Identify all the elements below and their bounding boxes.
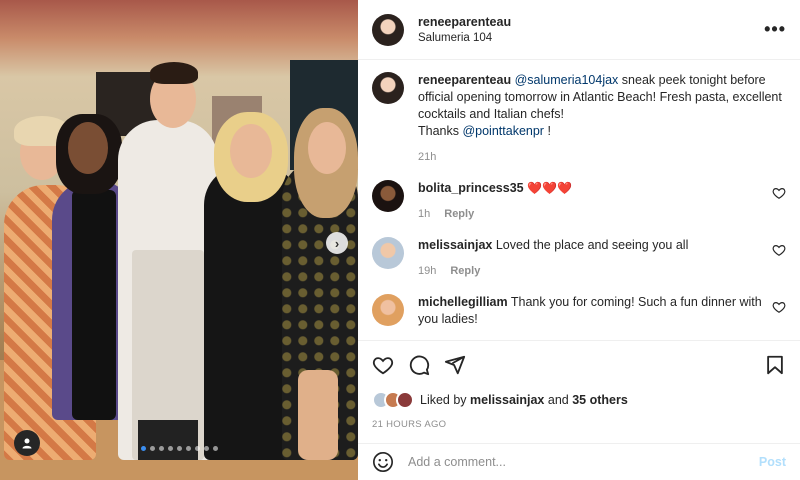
carousel-dots <box>0 446 358 451</box>
caption: reneeparenteau @salumeria104jax sneak pe… <box>372 72 786 166</box>
photo-hair-3 <box>150 62 198 84</box>
carousel-dot <box>158 446 164 451</box>
carousel-dot <box>212 446 218 451</box>
heart-icon[interactable] <box>372 354 394 376</box>
comment-icon[interactable] <box>408 354 430 376</box>
carousel-dot <box>203 446 209 451</box>
comment-input[interactable] <box>408 455 759 469</box>
avatar[interactable] <box>372 237 404 269</box>
mention-link[interactable]: @pointtakenpr <box>462 124 544 138</box>
emoji-icon[interactable] <box>372 451 394 473</box>
bookmark-icon[interactable] <box>764 354 786 376</box>
post-header: reneeparenteau Salumeria 104 ••• <box>358 0 800 60</box>
carousel-dot <box>167 446 173 451</box>
reply-button[interactable]: Reply <box>450 263 480 280</box>
heart-icon[interactable] <box>772 300 786 314</box>
heart-icon[interactable] <box>772 243 786 257</box>
location-link[interactable]: Salumeria 104 <box>418 32 511 44</box>
user-tag-icon[interactable] <box>14 430 40 456</box>
comment-text: Loved the place and seeing you all <box>495 238 689 252</box>
comment-username[interactable]: bolita_princess35 <box>418 181 524 195</box>
share-icon[interactable] <box>444 354 466 376</box>
caption-thanks: Thanks <box>418 124 463 138</box>
header-username[interactable]: reneeparenteau <box>418 15 511 29</box>
likes-others-link[interactable]: 35 others <box>572 393 628 407</box>
avatar[interactable] <box>372 294 404 326</box>
photo-head-5 <box>308 122 346 174</box>
carousel-dot <box>176 446 182 451</box>
photo-head-2 <box>68 122 108 174</box>
caption-text-end: ! <box>543 124 551 138</box>
carousel-dot <box>140 446 146 451</box>
caption-username[interactable]: reneeparenteau <box>418 73 511 87</box>
mention-link[interactable]: @salumeria104jax <box>515 73 619 87</box>
post-timestamp[interactable]: 21 HOURS AGO <box>372 419 786 430</box>
avatar[interactable] <box>372 13 404 46</box>
comment-text: ❤️❤️❤️ <box>527 181 572 195</box>
avatar[interactable] <box>372 180 404 212</box>
comment-time[interactable]: 1h <box>418 206 430 223</box>
more-icon[interactable]: ••• <box>764 19 786 40</box>
likes-and: and <box>544 393 573 407</box>
heart-icon[interactable] <box>772 186 786 200</box>
carousel-dot <box>194 446 200 451</box>
comment-item: bolita_princess35 ❤️❤️❤️ 1h Reply <box>372 180 786 223</box>
likes-user-link[interactable]: melissainjax <box>470 393 544 407</box>
post-details-panel: reneeparenteau Salumeria 104 ••• reneepa… <box>358 0 800 480</box>
post-photo[interactable]: › <box>0 0 358 480</box>
carousel-dot <box>185 446 191 451</box>
avatar[interactable] <box>372 72 404 104</box>
avatar <box>396 391 414 409</box>
carousel-dot <box>149 446 155 451</box>
comment-item: melissainjax Loved the place and seeing … <box>372 237 786 280</box>
likes-summary: Liked by melissainjax and 35 others <box>372 391 786 409</box>
comment-username[interactable]: melissainjax <box>418 238 492 252</box>
post-actions: Liked by melissainjax and 35 others 21 H… <box>358 340 800 430</box>
likes-prefix: Liked by <box>420 393 471 407</box>
caption-time[interactable]: 21h <box>418 149 436 166</box>
comment-time[interactable]: 19h <box>418 263 436 280</box>
comments-list: reneeparenteau @salumeria104jax sneak pe… <box>358 60 800 340</box>
reply-button[interactable]: Reply <box>444 206 474 223</box>
comment-username[interactable]: michellegilliam <box>418 295 508 309</box>
chevron-right-icon[interactable]: › <box>326 232 348 254</box>
comment-item: michellegilliam Thank you for coming! Su… <box>372 294 786 328</box>
photo-person-3 <box>118 120 218 460</box>
photo-head-4 <box>230 124 272 178</box>
add-comment-bar: Post <box>358 443 800 480</box>
post-button[interactable]: Post <box>759 455 786 469</box>
